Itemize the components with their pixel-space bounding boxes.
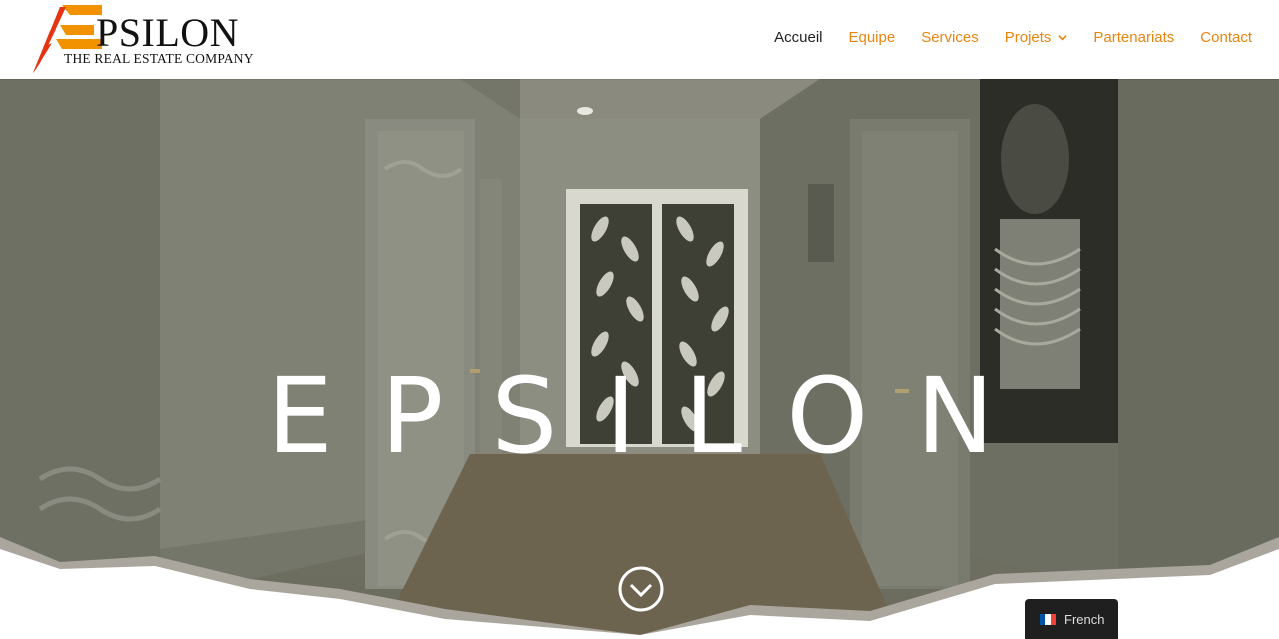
france-flag-icon [1040,614,1056,625]
hero-title: EPSILON [266,354,1042,477]
nav-item-label: Equipe [848,29,896,46]
nav-item-projets[interactable]: Projets [1005,29,1068,46]
logo-wordmark: PSILON [96,10,240,55]
chevron-circle-down-icon [618,566,664,612]
nav-item-contact[interactable]: Contact [1200,29,1252,46]
main-nav: Accueil Equipe Services Projets Partenar… [748,29,1252,46]
logo-tagline: THE REAL ESTATE COMPANY [64,51,254,66]
nav-item-label: Contact [1200,29,1252,46]
nav-item-accueil[interactable]: Accueil [774,29,822,46]
language-switcher[interactable]: French [1025,599,1118,639]
site-logo[interactable]: PSILON THE REAL ESTATE COMPANY [30,3,260,75]
nav-item-services[interactable]: Services [921,29,979,46]
chevron-down-icon [1058,35,1068,41]
nav-item-label: Services [921,29,979,46]
nav-item-label: Partenariats [1093,29,1175,46]
nav-item-equipe[interactable]: Equipe [848,29,895,46]
scroll-down-button[interactable] [618,566,664,612]
language-label: French [1064,612,1105,627]
nav-item-partenariats[interactable]: Partenariats [1093,29,1174,46]
nav-item-label: Accueil [774,29,823,46]
nav-item-label: Projets [1004,29,1052,46]
hero-section: EPSILON [0,79,1279,635]
site-header: PSILON THE REAL ESTATE COMPANY Accueil E… [0,0,1279,79]
